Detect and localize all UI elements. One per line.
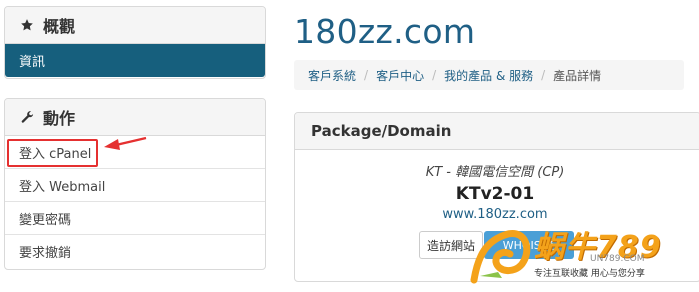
breadcrumb-my-products[interactable]: 我的產品 & 服務	[444, 67, 533, 84]
sidebar-item-info[interactable]: 資訊	[5, 44, 265, 77]
breadcrumb-client-center[interactable]: 客戶中心	[376, 67, 424, 84]
product-name: KTv2-01	[455, 184, 535, 204]
overview-title: 概觀	[43, 17, 76, 36]
snail-logo-icon	[470, 230, 531, 284]
arrow-left-icon	[104, 136, 147, 150]
actions-title: 動作	[43, 109, 76, 128]
watermark-url: UN789.COM	[590, 254, 645, 264]
card-title: Package/Domain	[295, 113, 699, 150]
wrench-icon	[17, 110, 37, 125]
breadcrumb: 客戶系統 / 客戶中心 / 我的產品 & 服務 / 產品詳情	[294, 60, 684, 90]
breadcrumb-separator: /	[541, 68, 546, 82]
actions-panel: 動作 登入 cPanel 登入 Webmail 變更密碼 要求撤銷	[4, 98, 266, 270]
breadcrumb-separator: /	[432, 68, 437, 82]
breadcrumb-product-details: 產品詳情	[553, 68, 602, 83]
action-request-cancel[interactable]: 要求撤銷	[5, 235, 265, 267]
watermark-slogan: 专注互联收藏 用心与您分享	[534, 269, 645, 279]
overview-panel-header: 概觀	[5, 7, 265, 44]
page-title: 180zz.com	[294, 12, 476, 51]
product-group: KT - 韓國電信空間 (CP)	[425, 165, 565, 180]
highlight-box	[7, 139, 98, 167]
star-icon	[17, 18, 37, 32]
breadcrumb-client-system[interactable]: 客戶系統	[308, 67, 356, 84]
actions-panel-header: 動作	[5, 99, 265, 136]
action-change-password[interactable]: 變更密碼	[5, 202, 265, 235]
action-login-webmail[interactable]: 登入 Webmail	[5, 169, 265, 202]
watermark-logo: 蜗牛789 UN789.COM 专注互联收藏 用心与您分享	[464, 210, 694, 290]
breadcrumb-separator: /	[364, 68, 369, 82]
overview-panel: 概觀 資訊	[4, 6, 266, 79]
